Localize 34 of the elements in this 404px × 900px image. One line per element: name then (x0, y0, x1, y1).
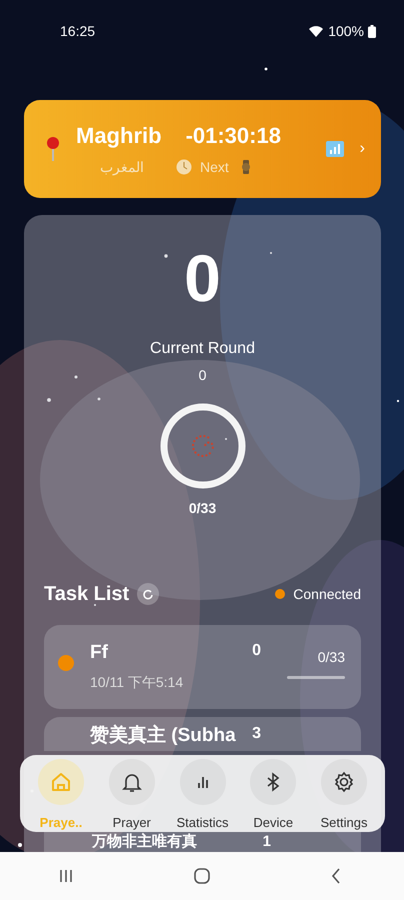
task-row[interactable]: 赞美真主 (Subha 3 (44, 717, 361, 751)
nav-tab[interactable]: Settings (309, 759, 379, 832)
task-count: 1 (262, 832, 271, 852)
refresh-icon[interactable] (137, 582, 160, 606)
chevron-icon: › (360, 137, 365, 161)
count-value: 0 (184, 245, 221, 311)
task-count: 0 (252, 642, 261, 659)
settings-icon (332, 770, 356, 794)
nav-tab[interactable]: Statistics (168, 759, 238, 832)
home-button-icon[interactable] (192, 867, 211, 885)
task-name: 赞美真主 (Subha (90, 723, 237, 748)
progress-track (287, 676, 345, 679)
task-row[interactable]: Ff 10/11 下午5:14 0 0/33 (44, 625, 361, 709)
bead-count: 0/33 (188, 499, 216, 518)
task-progress: 0/33 (318, 648, 345, 667)
counter-ring[interactable] (158, 402, 246, 490)
status-time: 16:25 (60, 22, 96, 40)
task-count: 3 (252, 725, 261, 742)
nav-tab[interactable]: Prayer (96, 759, 167, 832)
round-label: Current Round (150, 339, 255, 359)
pin-icon (46, 136, 60, 162)
prayer-arabic-name: المغرب (100, 158, 144, 178)
nav-tab[interactable]: Device (238, 759, 308, 832)
next-label: Next (200, 158, 229, 177)
prayer-name: Maghrib (76, 122, 162, 150)
battery-level: 100% (328, 22, 364, 40)
round-value: 0 (198, 366, 206, 385)
task-row[interactable]: 万物非主唯有真 1 (44, 832, 361, 852)
connection-status: Connected (293, 584, 361, 604)
task-time: 10/11 下午5:14 (90, 672, 184, 692)
task-name: Ff (90, 641, 109, 665)
task-list-title: Task List (44, 582, 130, 607)
task-name: 万物非主唯有真 (92, 832, 198, 852)
countdown-time: -01:30:18 (186, 122, 281, 150)
